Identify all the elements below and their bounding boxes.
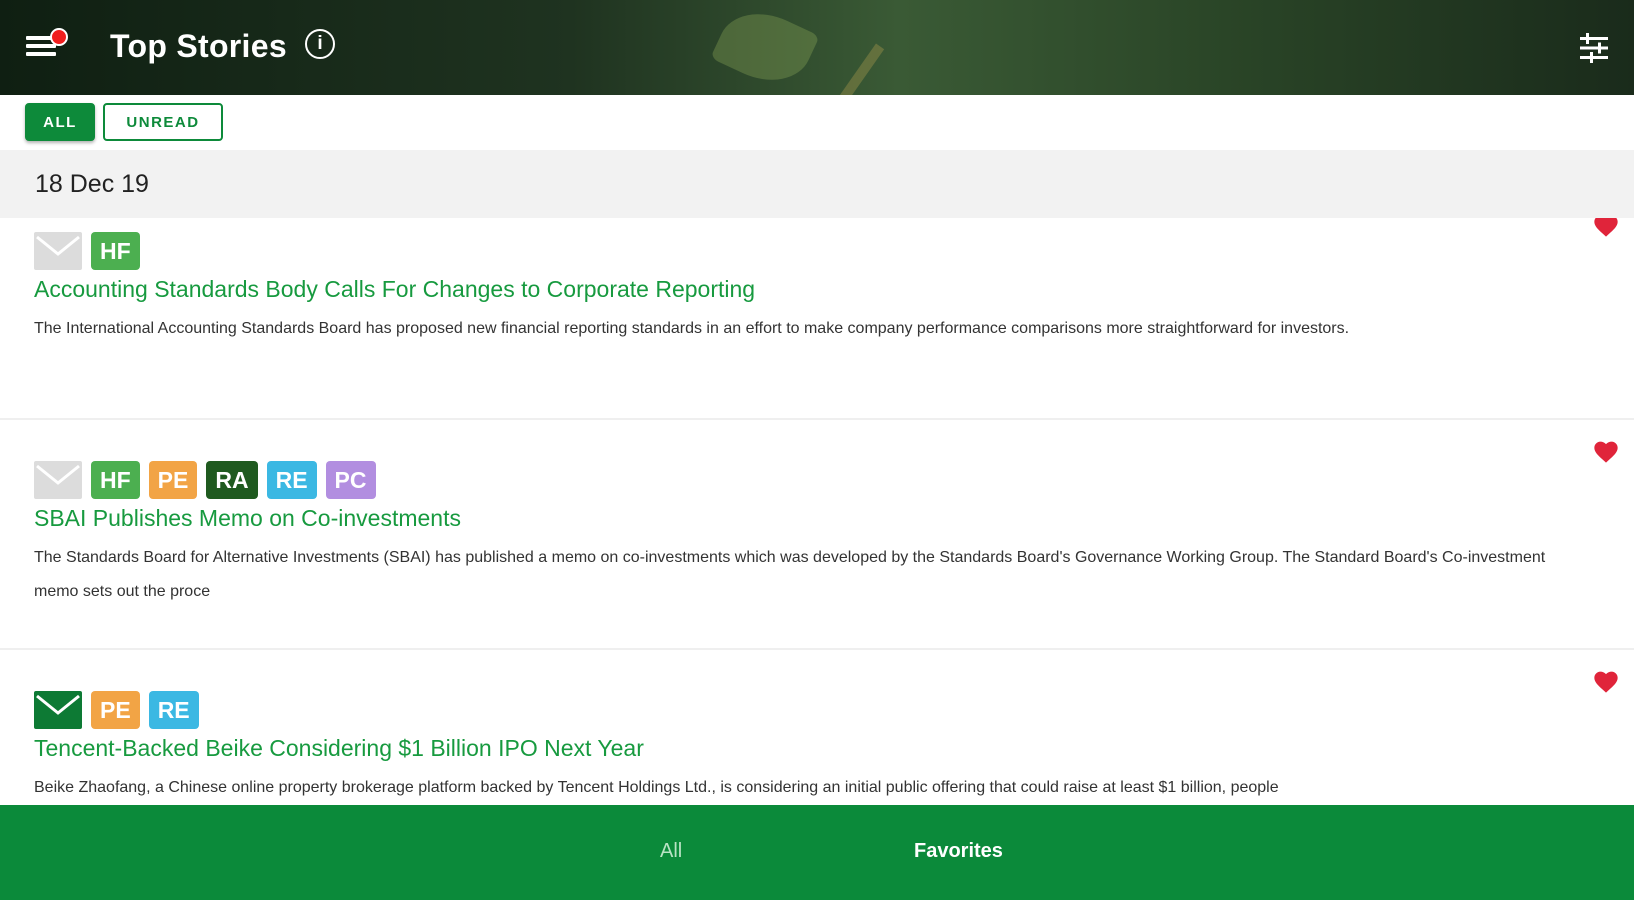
favorite-heart-icon[interactable] bbox=[1592, 668, 1620, 694]
app-root: Top Stories i ALL UNREAD 18 Dec 19 HF Ac… bbox=[0, 0, 1634, 900]
envelope-unread-icon bbox=[34, 691, 82, 729]
envelope-read-icon bbox=[34, 461, 82, 499]
notification-dot bbox=[50, 28, 68, 46]
bottom-tab-bar: All Favorites bbox=[0, 805, 1634, 900]
story-item[interactable]: HF PE RA RE PC SBAI Publishes Memo on Co… bbox=[0, 420, 1634, 650]
tag-hf: HF bbox=[91, 461, 140, 499]
filter-unread-chip[interactable]: UNREAD bbox=[103, 103, 223, 141]
story-tags: HF PE RA RE PC bbox=[34, 461, 385, 499]
header-background-leaf bbox=[710, 0, 820, 95]
tag-pc: PC bbox=[325, 461, 376, 499]
favorite-heart-icon[interactable] bbox=[1592, 438, 1620, 464]
app-header: Top Stories i bbox=[0, 0, 1634, 95]
story-title[interactable]: Accounting Standards Body Calls For Chan… bbox=[34, 276, 755, 303]
tab-all[interactable]: All bbox=[660, 840, 682, 863]
date-label: 18 Dec 19 bbox=[35, 170, 149, 198]
hamburger-menu-icon[interactable] bbox=[22, 28, 72, 68]
filter-all-chip[interactable]: ALL bbox=[25, 103, 95, 141]
filter-bar: ALL UNREAD bbox=[0, 95, 1634, 150]
story-title[interactable]: Tencent-Backed Beike Considering $1 Bill… bbox=[34, 735, 644, 762]
story-summary: The Standards Board for Alternative Inve… bbox=[34, 549, 1546, 600]
story-title[interactable]: SBAI Publishes Memo on Co-investments bbox=[34, 505, 461, 532]
tag-re: RE bbox=[266, 461, 317, 499]
story-item[interactable]: HF Accounting Standards Body Calls For C… bbox=[0, 190, 1634, 420]
menu-bar-line bbox=[26, 52, 56, 56]
date-section-header: 18 Dec 19 bbox=[0, 150, 1634, 218]
story-summary: Beike Zhaofang, a Chinese online propert… bbox=[34, 779, 1279, 796]
tag-ra: RA bbox=[206, 461, 258, 499]
menu-bar-line bbox=[26, 44, 56, 48]
story-tags: PE RE bbox=[34, 691, 208, 729]
tag-re: RE bbox=[148, 691, 199, 729]
info-icon[interactable]: i bbox=[305, 29, 335, 59]
tag-pe: PE bbox=[148, 461, 198, 499]
tag-hf: HF bbox=[91, 232, 140, 270]
story-tags: HF bbox=[34, 232, 149, 270]
tune-icon[interactable] bbox=[1578, 32, 1610, 64]
header-background-stem bbox=[835, 43, 885, 95]
page-title: Top Stories bbox=[110, 28, 287, 64]
story-summary: The International Accounting Standards B… bbox=[34, 320, 1350, 337]
tag-pe: PE bbox=[91, 691, 140, 729]
envelope-read-icon bbox=[34, 232, 82, 270]
tab-favorites[interactable]: Favorites bbox=[914, 840, 1003, 863]
